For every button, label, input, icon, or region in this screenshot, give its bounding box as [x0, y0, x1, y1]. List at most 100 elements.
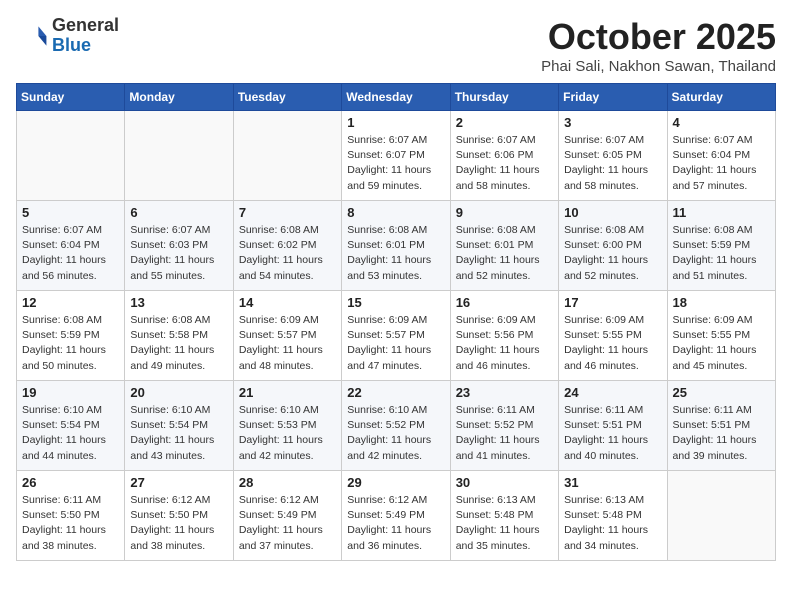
- day-info: Sunrise: 6:09 AMSunset: 5:55 PMDaylight:…: [564, 313, 661, 374]
- calendar-week-row: 26 Sunrise: 6:11 AMSunset: 5:50 PMDayligh…: [17, 471, 776, 561]
- day-info: Sunrise: 6:09 AMSunset: 5:57 PMDaylight:…: [239, 313, 336, 374]
- day-info: Sunrise: 6:10 AMSunset: 5:54 PMDaylight:…: [22, 403, 119, 464]
- calendar-cell: 20Sunrise: 6:10 AMSunset: 5:54 PMDayligh…: [125, 381, 233, 471]
- day-info: Sunrise: 6:09 AMSunset: 5:57 PMDaylight:…: [347, 313, 444, 374]
- calendar-cell: 2 Sunrise: 6:07 AMSunset: 6:06 PMDaylight…: [450, 111, 558, 201]
- day-number: 31: [564, 475, 661, 490]
- logo-text: General Blue: [52, 16, 119, 56]
- calendar-week-row: 5Sunrise: 6:07 AMSunset: 6:04 PMDaylight…: [17, 201, 776, 291]
- calendar-cell: 10Sunrise: 6:08 AMSunset: 6:00 PMDayligh…: [559, 201, 667, 291]
- day-number: 25: [673, 385, 770, 400]
- calendar-cell: 3Sunrise: 6:07 AMSunset: 6:05 PMDaylight…: [559, 111, 667, 201]
- day-number: 2: [456, 115, 553, 130]
- day-number: 5: [22, 205, 119, 220]
- calendar-cell: 27 Sunrise: 6:12 AMSunset: 5:50 PMDayligh…: [125, 471, 233, 561]
- day-number: 21: [239, 385, 336, 400]
- day-info: Sunrise: 6:08 AMSunset: 6:01 PMDaylight:…: [456, 223, 553, 284]
- day-number: 20: [130, 385, 227, 400]
- calendar-cell: 1 Sunrise: 6:07 AMSunset: 6:07 PMDaylight…: [342, 111, 450, 201]
- calendar-cell: 22 Sunrise: 6:10 AMSunset: 5:52 PMDayligh…: [342, 381, 450, 471]
- calendar-cell: 19 Sunrise: 6:10 AMSunset: 5:54 PMDayligh…: [17, 381, 125, 471]
- day-info: Sunrise: 6:10 AMSunset: 5:53 PMDaylight:…: [239, 403, 336, 464]
- calendar-cell: 29 Sunrise: 6:12 AMSunset: 5:49 PMDayligh…: [342, 471, 450, 561]
- calendar-body: 1 Sunrise: 6:07 AMSunset: 6:07 PMDaylight…: [17, 111, 776, 561]
- day-number: 11: [673, 205, 770, 220]
- day-number: 3: [564, 115, 661, 130]
- calendar-cell: 30Sunrise: 6:13 AMSunset: 5:48 PMDayligh…: [450, 471, 558, 561]
- day-info: Sunrise: 6:09 AMSunset: 5:55 PMDaylight:…: [673, 313, 770, 374]
- day-info: Sunrise: 6:07 AMSunset: 6:04 PMDaylight:…: [673, 133, 770, 194]
- day-info: Sunrise: 6:12 AMSunset: 5:50 PMDaylight:…: [130, 493, 227, 554]
- calendar-cell: 25Sunrise: 6:11 AMSunset: 5:51 PMDayligh…: [667, 381, 775, 471]
- calendar-cell: 31 Sunrise: 6:13 AMSunset: 5:48 PMDayligh…: [559, 471, 667, 561]
- weekday-row: SundayMondayTuesdayWednesdayThursdayFrid…: [17, 84, 776, 111]
- day-number: 10: [564, 205, 661, 220]
- day-number: 15: [347, 295, 444, 310]
- calendar-cell: 24 Sunrise: 6:11 AMSunset: 5:51 PMDayligh…: [559, 381, 667, 471]
- calendar-cell: 15 Sunrise: 6:09 AMSunset: 5:57 PMDayligh…: [342, 291, 450, 381]
- calendar-cell: [233, 111, 341, 201]
- day-number: 30: [456, 475, 553, 490]
- day-number: 17: [564, 295, 661, 310]
- calendar-cell: 28Sunrise: 6:12 AMSunset: 5:49 PMDayligh…: [233, 471, 341, 561]
- day-number: 27: [130, 475, 227, 490]
- calendar-cell: 17 Sunrise: 6:09 AMSunset: 5:55 PMDayligh…: [559, 291, 667, 381]
- day-number: 19: [22, 385, 119, 400]
- weekday-header: Wednesday: [342, 84, 450, 111]
- calendar-week-row: 19 Sunrise: 6:10 AMSunset: 5:54 PMDayligh…: [17, 381, 776, 471]
- day-number: 12: [22, 295, 119, 310]
- weekday-header: Sunday: [17, 84, 125, 111]
- day-info: Sunrise: 6:11 AMSunset: 5:52 PMDaylight:…: [456, 403, 553, 464]
- day-number: 16: [456, 295, 553, 310]
- day-info: Sunrise: 6:12 AMSunset: 5:49 PMDaylight:…: [347, 493, 444, 554]
- day-number: 14: [239, 295, 336, 310]
- day-number: 23: [456, 385, 553, 400]
- calendar-cell: 18 Sunrise: 6:09 AMSunset: 5:55 PMDayligh…: [667, 291, 775, 381]
- calendar-cell: 8 Sunrise: 6:08 AMSunset: 6:01 PMDaylight…: [342, 201, 450, 291]
- calendar-cell: 21 Sunrise: 6:10 AMSunset: 5:53 PMDayligh…: [233, 381, 341, 471]
- day-info: Sunrise: 6:09 AMSunset: 5:56 PMDaylight:…: [456, 313, 553, 374]
- day-number: 13: [130, 295, 227, 310]
- day-info: Sunrise: 6:11 AMSunset: 5:50 PMDaylight:…: [22, 493, 119, 554]
- day-info: Sunrise: 6:08 AMSunset: 6:02 PMDaylight:…: [239, 223, 336, 284]
- day-info: Sunrise: 6:07 AMSunset: 6:07 PMDaylight:…: [347, 133, 444, 194]
- calendar-table: SundayMondayTuesdayWednesdayThursdayFrid…: [16, 83, 776, 561]
- calendar-cell: 14 Sunrise: 6:09 AMSunset: 5:57 PMDayligh…: [233, 291, 341, 381]
- weekday-header: Tuesday: [233, 84, 341, 111]
- day-number: 29: [347, 475, 444, 490]
- day-number: 24: [564, 385, 661, 400]
- day-info: Sunrise: 6:10 AMSunset: 5:52 PMDaylight:…: [347, 403, 444, 464]
- calendar-cell: 12 Sunrise: 6:08 AMSunset: 5:59 PMDayligh…: [17, 291, 125, 381]
- day-number: 4: [673, 115, 770, 130]
- day-info: Sunrise: 6:13 AMSunset: 5:48 PMDaylight:…: [564, 493, 661, 554]
- day-info: Sunrise: 6:08 AMSunset: 5:59 PMDaylight:…: [22, 313, 119, 374]
- weekday-header: Friday: [559, 84, 667, 111]
- day-number: 8: [347, 205, 444, 220]
- day-info: Sunrise: 6:08 AMSunset: 5:59 PMDaylight:…: [673, 223, 770, 284]
- month-title: October 2025: [541, 16, 776, 58]
- day-number: 22: [347, 385, 444, 400]
- day-number: 7: [239, 205, 336, 220]
- day-number: 9: [456, 205, 553, 220]
- day-number: 1: [347, 115, 444, 130]
- day-info: Sunrise: 6:07 AMSunset: 6:03 PMDaylight:…: [130, 223, 227, 284]
- calendar-header: SundayMondayTuesdayWednesdayThursdayFrid…: [17, 84, 776, 111]
- day-info: Sunrise: 6:12 AMSunset: 5:49 PMDaylight:…: [239, 493, 336, 554]
- calendar-cell: [125, 111, 233, 201]
- calendar-cell: 13Sunrise: 6:08 AMSunset: 5:58 PMDayligh…: [125, 291, 233, 381]
- weekday-header: Monday: [125, 84, 233, 111]
- day-info: Sunrise: 6:11 AMSunset: 5:51 PMDaylight:…: [564, 403, 661, 464]
- calendar-cell: 6Sunrise: 6:07 AMSunset: 6:03 PMDaylight…: [125, 201, 233, 291]
- calendar-cell: 4 Sunrise: 6:07 AMSunset: 6:04 PMDaylight…: [667, 111, 775, 201]
- day-number: 18: [673, 295, 770, 310]
- calendar-cell: 5Sunrise: 6:07 AMSunset: 6:04 PMDaylight…: [17, 201, 125, 291]
- calendar-week-row: 1 Sunrise: 6:07 AMSunset: 6:07 PMDaylight…: [17, 111, 776, 201]
- logo: General Blue: [16, 16, 119, 56]
- location-subtitle: Phai Sali, Nakhon Sawan, Thailand: [541, 58, 776, 75]
- day-number: 26: [22, 475, 119, 490]
- day-info: Sunrise: 6:08 AMSunset: 6:01 PMDaylight:…: [347, 223, 444, 284]
- calendar-week-row: 12 Sunrise: 6:08 AMSunset: 5:59 PMDayligh…: [17, 291, 776, 381]
- day-info: Sunrise: 6:07 AMSunset: 6:06 PMDaylight:…: [456, 133, 553, 194]
- calendar-cell: 26 Sunrise: 6:11 AMSunset: 5:50 PMDayligh…: [17, 471, 125, 561]
- logo-icon: [16, 20, 48, 52]
